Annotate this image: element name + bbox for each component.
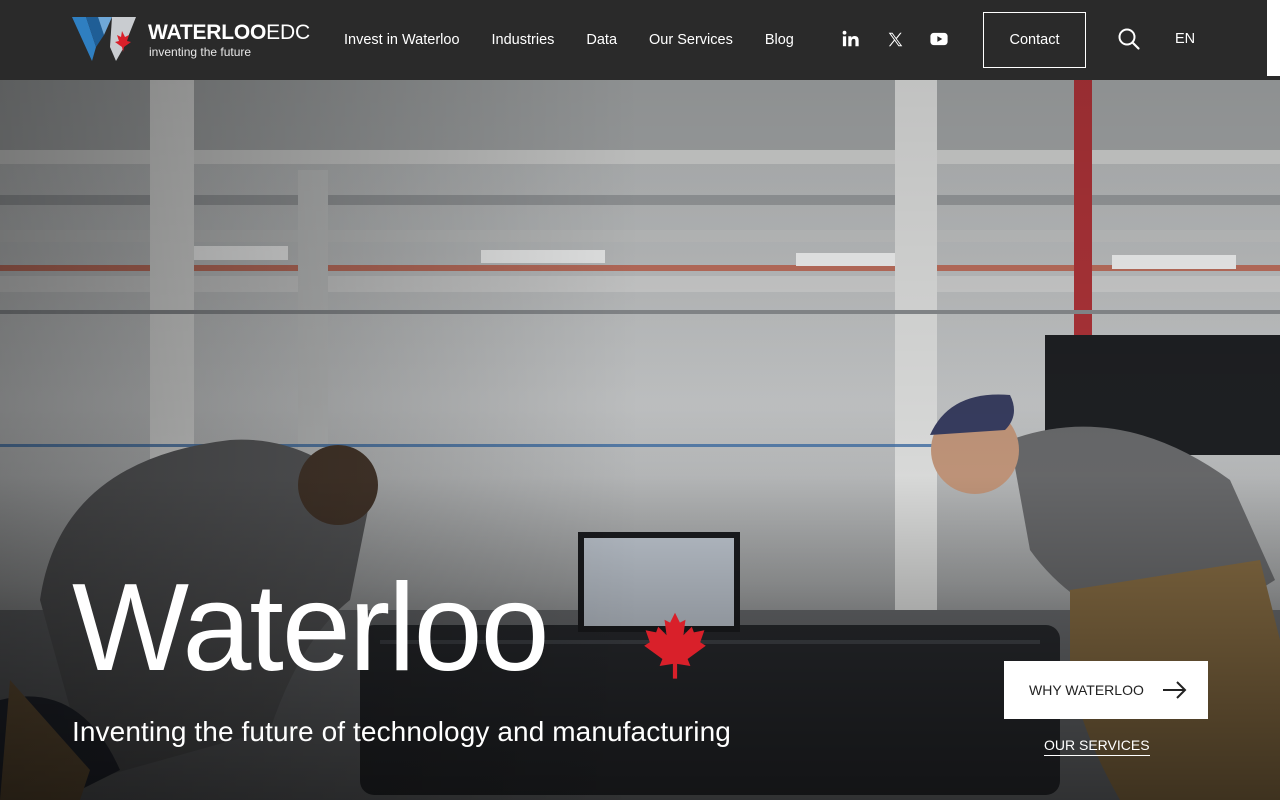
- x-icon[interactable]: [884, 28, 906, 50]
- hero-subtitle: Inventing the future of technology and m…: [72, 716, 731, 747]
- waterloo-edc-logo[interactable]: WATERLOOEDC inventing the future: [72, 17, 312, 63]
- maple-leaf-icon: [644, 612, 706, 679]
- arrow-right-icon: [1163, 681, 1187, 699]
- page-edge-strip: [1267, 0, 1280, 76]
- nav-data[interactable]: Data: [586, 32, 617, 48]
- nav-industries[interactable]: Industries: [492, 32, 555, 48]
- site-header: WATERLOOEDC inventing the future Invest …: [0, 0, 1280, 80]
- our-services-link[interactable]: OUR SERVICES: [1044, 737, 1150, 756]
- linkedin-icon[interactable]: [840, 28, 862, 50]
- logo-mark-icon: [72, 17, 136, 61]
- hero-section: Waterloo Inventing the future of technol…: [0, 80, 1280, 800]
- hero-title: Waterloo: [72, 559, 550, 697]
- nav-blog[interactable]: Blog: [765, 32, 794, 48]
- contact-button[interactable]: Contact: [983, 12, 1086, 68]
- why-waterloo-label: WHY WATERLOO: [1029, 682, 1144, 698]
- logo-word-bold: WATERLOO: [148, 21, 267, 44]
- youtube-icon[interactable]: [928, 28, 950, 50]
- logo-word-light: EDC: [266, 21, 310, 44]
- main-nav: Invest in Waterloo Industries Data Our S…: [344, 0, 794, 80]
- language-switcher[interactable]: EN: [1175, 31, 1195, 47]
- nav-invest-in-waterloo[interactable]: Invest in Waterloo: [344, 32, 460, 48]
- search-icon[interactable]: [1117, 27, 1141, 51]
- nav-our-services[interactable]: Our Services: [649, 32, 733, 48]
- logo-tagline: inventing the future: [149, 45, 252, 59]
- why-waterloo-button[interactable]: WHY WATERLOO: [1004, 661, 1208, 719]
